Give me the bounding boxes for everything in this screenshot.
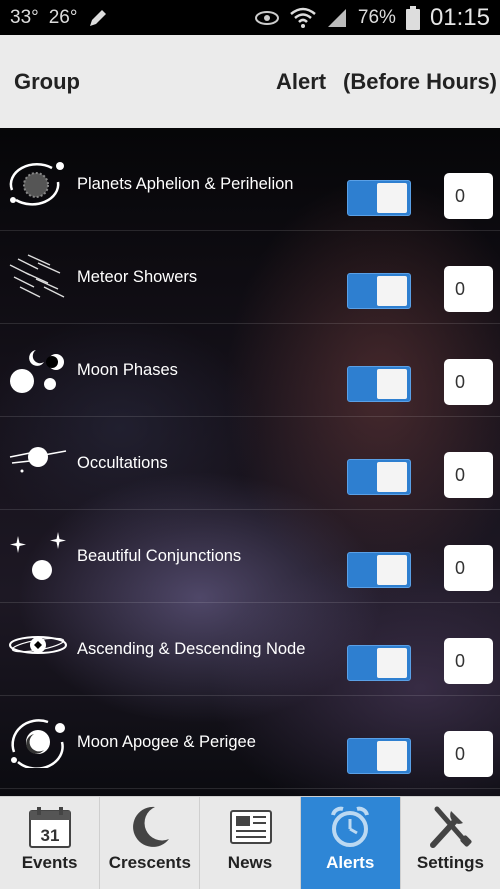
nav-alerts[interactable]: Alerts bbox=[300, 797, 401, 889]
toggle-knob bbox=[377, 369, 407, 399]
hours-input[interactable]: 0 bbox=[444, 545, 493, 591]
toggle-knob bbox=[377, 183, 407, 213]
status-bar: 33° 26° 76% 01:15 bbox=[0, 0, 500, 35]
alert-toggle[interactable] bbox=[347, 645, 411, 681]
group-column-header: Group bbox=[14, 68, 80, 94]
wifi-icon bbox=[290, 7, 316, 29]
row-label: Ascending & Descending Node bbox=[77, 639, 306, 658]
eye-icon bbox=[254, 9, 280, 27]
hours-input[interactable]: 0 bbox=[444, 638, 493, 684]
alert-toggle[interactable] bbox=[347, 738, 411, 774]
hours-input[interactable]: 0 bbox=[444, 359, 493, 405]
row-label: Beautiful Conjunctions bbox=[77, 546, 242, 565]
alert-row-moon-phases: Moon Phases 0 bbox=[0, 324, 500, 417]
temperature-2: 26° bbox=[48, 6, 78, 28]
pencil-icon bbox=[87, 7, 109, 29]
nav-events-label: Events bbox=[21, 853, 78, 872]
calendar-day: 31 bbox=[40, 826, 59, 845]
hours-input[interactable]: 0 bbox=[444, 173, 493, 219]
row-label: Planets Aphelion & Perihelion bbox=[77, 174, 294, 193]
temperature-1: 33° bbox=[10, 6, 39, 28]
bottom-nav: 31 Events Crescents News Alerts Settings bbox=[0, 796, 500, 889]
node-icon bbox=[9, 636, 67, 654]
alert-row-nodes: Ascending & Descending Node 0 bbox=[0, 603, 500, 696]
signal-icon bbox=[326, 7, 348, 29]
hours-input[interactable]: 0 bbox=[444, 452, 493, 498]
hours-input[interactable]: 0 bbox=[444, 731, 493, 777]
alert-row-moon-apogee: Moon Apogee & Perigee 0 bbox=[0, 696, 500, 789]
battery-icon bbox=[405, 5, 420, 30]
toggle-knob bbox=[377, 276, 407, 306]
nav-events[interactable]: 31 Events bbox=[0, 797, 101, 889]
moon-phases-icon bbox=[10, 350, 64, 393]
occultation-icon bbox=[9, 447, 67, 473]
toggle-knob bbox=[377, 555, 407, 585]
alert-column-header: Alert bbox=[276, 68, 327, 94]
row-label: Occultations bbox=[77, 453, 168, 472]
alert-toggle[interactable] bbox=[347, 180, 411, 216]
calendar-icon: 31 bbox=[28, 807, 71, 848]
alert-row-planets: Planets Aphelion & Perihelion 0 bbox=[0, 138, 500, 231]
conjunction-icon bbox=[10, 532, 66, 580]
row-label: Moon Phases bbox=[77, 360, 178, 379]
moon-apogee-icon bbox=[11, 719, 65, 768]
toggle-knob bbox=[377, 741, 407, 771]
alert-toggle[interactable] bbox=[347, 273, 411, 309]
battery-percent: 76% bbox=[357, 6, 396, 28]
alert-row-meteors: Meteor Showers 0 bbox=[0, 231, 500, 324]
toggle-knob bbox=[377, 648, 407, 678]
before-hours-column-header: (Before Hours) bbox=[343, 68, 498, 94]
nav-news[interactable]: News bbox=[200, 797, 301, 889]
alert-row-conjunctions: Beautiful Conjunctions 0 bbox=[0, 510, 500, 603]
nav-crescents[interactable]: Crescents bbox=[100, 797, 201, 889]
nav-alerts-label: Alerts bbox=[326, 853, 375, 872]
nav-settings-label: Settings bbox=[416, 853, 484, 872]
sun-orbit-icon bbox=[9, 162, 64, 206]
alert-toggle[interactable] bbox=[347, 552, 411, 588]
tools-icon bbox=[430, 806, 472, 848]
row-label: Meteor Showers bbox=[77, 267, 198, 286]
alert-toggle[interactable] bbox=[347, 459, 411, 495]
nav-crescents-label: Crescents bbox=[108, 853, 191, 872]
clock: 01:15 bbox=[429, 3, 490, 31]
alarm-clock-icon bbox=[331, 806, 370, 847]
hours-input[interactable]: 0 bbox=[444, 266, 493, 312]
nav-settings[interactable]: Settings bbox=[401, 797, 500, 889]
meteor-icon bbox=[9, 254, 65, 298]
alert-toggle[interactable] bbox=[347, 366, 411, 402]
alerts-list[interactable]: Planets Aphelion & Perihelion 0 Meteor S… bbox=[0, 128, 500, 796]
nav-news-label: News bbox=[227, 853, 273, 872]
alert-row-occultations: Occultations 0 bbox=[0, 417, 500, 510]
table-header: Group Alert (Before Hours) bbox=[0, 35, 500, 128]
crescent-icon bbox=[132, 806, 169, 847]
newspaper-icon bbox=[230, 810, 272, 844]
row-label: Moon Apogee & Perigee bbox=[77, 732, 256, 751]
toggle-knob bbox=[377, 462, 407, 492]
